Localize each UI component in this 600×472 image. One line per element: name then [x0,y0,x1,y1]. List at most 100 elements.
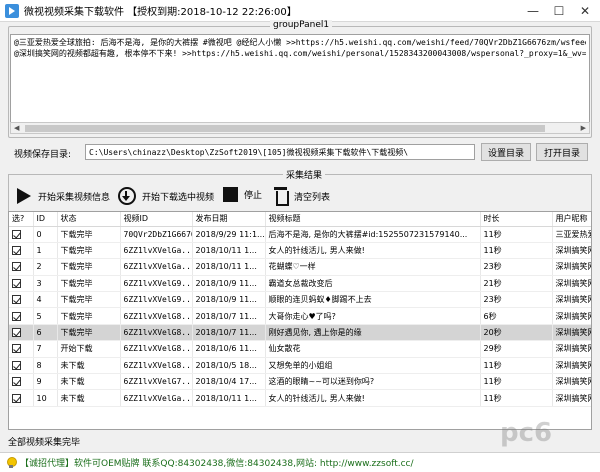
cell-title: 顺眼的连贝蚂蚁♦脚踢不上去 [265,291,481,309]
results-group-title: 采集结果 [283,168,326,181]
table-row[interactable]: 8 未下载 6ZZ1lvXVelG8... 2018/10/5 18... 又想免单的小… [9,357,591,375]
table-row[interactable]: 1 下载完毕 6ZZ1lvXVelGa... 2018/10/11 1... 女人的针线… [9,242,591,260]
row-checkbox[interactable] [12,360,21,370]
cell-id: 9 [33,373,58,391]
row-checkbox[interactable] [12,328,21,338]
column-header-status[interactable]: 状态 [57,212,121,227]
row-checkbox[interactable] [12,229,21,239]
cell-user: 深圳搞笑网 [552,340,591,358]
row-checkbox-cell[interactable] [9,291,34,309]
row-checkbox[interactable] [12,246,21,256]
row-checkbox[interactable] [12,377,21,387]
row-checkbox-cell[interactable] [9,242,34,260]
links-textarea[interactable]: @三亚爱热爱全球旅拍: 后海不是海, 是你的大裤摆 #微视吧 @经纪人小懒 >>… [10,34,590,134]
column-header-title[interactable]: 视频标题 [265,212,481,227]
scroll-left-icon[interactable]: ◀ [14,124,19,132]
cell-user: 深圳搞笑网 [552,357,591,375]
cell-id: 0 [33,226,58,243]
row-checkbox-cell[interactable] [9,357,34,375]
group-panel-title: groupPanel1 [270,20,333,30]
row-checkbox-cell[interactable] [9,340,34,358]
cell-date: 2018/10/11 1... [192,242,266,260]
cell-title: 花蝴蝶♡一样 [265,258,481,276]
table-row[interactable]: 9 未下载 6ZZ1lvXVelG7... 2018/10/4 17... 这酒的眼睛~… [9,373,591,391]
cell-title: 女人的针线活儿, 男人来做! [265,242,481,260]
row-checkbox-cell[interactable] [9,389,34,407]
open-dir-button[interactable]: 打开目录 [536,143,588,161]
table-row[interactable]: 2 下载完毕 6ZZ1lvXVelGa... 2018/10/11 1... 花蝴蝶♡一… [9,258,591,276]
start-collect-button[interactable]: 开始采集视频信息 [14,187,110,205]
cell-video-id: 6ZZ1lvXVelG8... [120,357,193,375]
cell-video-id: 6ZZ1lvXVelGa... [120,258,193,276]
cell-id: 5 [33,307,58,325]
column-header-date[interactable]: 发布日期 [192,212,266,227]
table-row[interactable]: 10 未下载 6ZZ1lvXVelGa... 2018/10/11 1... 女人的针线… [9,389,591,407]
set-dir-button[interactable]: 设置目录 [481,143,531,161]
watermark: pc6 [500,418,553,448]
row-checkbox-cell[interactable] [9,258,34,276]
table-row[interactable]: 4 下载完毕 6ZZ1lvXVelG9... 2018/10/9 11... 顺眼的连贝… [9,291,591,309]
start-collect-label: 开始采集视频信息 [38,192,111,203]
column-header-duration[interactable]: 时长 [480,212,553,227]
scroll-right-icon[interactable]: ▶ [581,124,586,132]
close-button[interactable]: ✕ [570,0,600,22]
cell-video-id: 70QVr2DbZ1G6676 [120,226,193,243]
table-row[interactable]: 3 下载完毕 6ZZ1lvXVelG9... 2018/10/9 11... 霸道女总裁… [9,275,591,293]
link-line: @三亚爱热爱全球旅拍: 后海不是海, 是你的大裤摆 #微视吧 @经纪人小懒 >>… [14,38,586,47]
cell-duration: 21秒 [480,275,553,293]
cell-status: 未下载 [57,373,121,391]
cell-duration: 11秒 [480,373,553,391]
table-row[interactable]: 0 下载完毕 70QVr2DbZ1G6676 2018/9/29 11:1... 后海不… [9,226,591,243]
cell-title: 后海不是海, 是你的大裤摆#id:1525507231579140... [265,226,481,243]
horizontal-scrollbar[interactable]: ◀ ▶ [10,122,590,134]
scroll-thumb[interactable] [25,125,545,132]
cell-status: 未下载 [57,357,121,375]
row-checkbox[interactable] [12,311,21,321]
save-dir-input[interactable]: C:\Users\chinazz\Desktop\ZzSoft2019\[105… [85,144,475,160]
row-checkbox[interactable] [12,393,21,403]
cell-user: 三亚爱热爱 [552,226,591,243]
cell-id: 7 [33,340,58,358]
footer-text[interactable]: 【诚招代理】软件可OEM贴牌 联系QQ:84302438,微信:84302438… [20,456,414,469]
trash-icon [273,187,289,206]
cell-date: 2018/10/7 11... [192,307,266,325]
cell-duration: 11秒 [480,242,553,260]
clear-list-button[interactable]: 清空列表 [273,187,330,206]
row-checkbox-cell[interactable] [9,324,34,342]
row-checkbox-cell[interactable] [9,307,34,325]
table-row[interactable]: 5 下载完毕 6ZZ1lvXVelG8... 2018/10/7 11... 大哥你走心… [9,307,591,325]
cell-duration: 20秒 [480,324,553,342]
cell-duration: 11秒 [480,389,553,407]
cell-status: 开始下载 [57,340,121,358]
table-row[interactable]: 6 下载完毕 6ZZ1lvXVelG8... 2018/10/7 11... 刚好遇见你… [9,324,591,342]
footer-bar: 【诚招代理】软件可OEM贴牌 联系QQ:84302438,微信:84302438… [0,452,600,472]
start-download-button[interactable]: 开始下载选中视频 [118,187,214,205]
row-checkbox-cell[interactable] [9,226,34,243]
cell-user: 深圳搞笑网 [552,324,591,342]
column-header-video-id[interactable]: 视频ID [120,212,193,227]
row-checkbox-cell[interactable] [9,275,34,293]
column-header-select[interactable]: 选? [9,212,34,227]
results-table[interactable]: 选? ID 状态 视频ID 发布日期 视频标题 时长 用户昵称 0 下载完毕 70Q… [8,211,592,430]
row-checkbox[interactable] [12,344,21,354]
cell-date: 2018/10/7 11... [192,324,266,342]
cell-user: 深圳搞笑网 [552,242,591,260]
cell-user: 深圳搞笑网 [552,307,591,325]
cell-id: 8 [33,357,58,375]
row-checkbox[interactable] [12,295,21,305]
cell-status: 下载完毕 [57,275,121,293]
stop-button[interactable]: 停止 [223,187,262,202]
cell-video-id: 6ZZ1lvXVelG8... [120,340,193,358]
row-checkbox[interactable] [12,278,21,288]
lightbulb-icon [6,456,17,469]
table-row[interactable]: 7 开始下载 6ZZ1lvXVelG8... 2018/10/6 11... 仙女散花 2… [9,340,591,358]
cell-video-id: 6ZZ1lvXVelG9... [120,275,193,293]
cell-date: 2018/10/4 17... [192,373,266,391]
cell-status: 下载完毕 [57,242,121,260]
cell-id: 1 [33,242,58,260]
column-header-id[interactable]: ID [33,212,58,227]
cell-duration: 23秒 [480,291,553,309]
row-checkbox[interactable] [12,262,21,272]
column-header-user[interactable]: 用户昵称 [552,212,591,227]
row-checkbox-cell[interactable] [9,373,34,391]
